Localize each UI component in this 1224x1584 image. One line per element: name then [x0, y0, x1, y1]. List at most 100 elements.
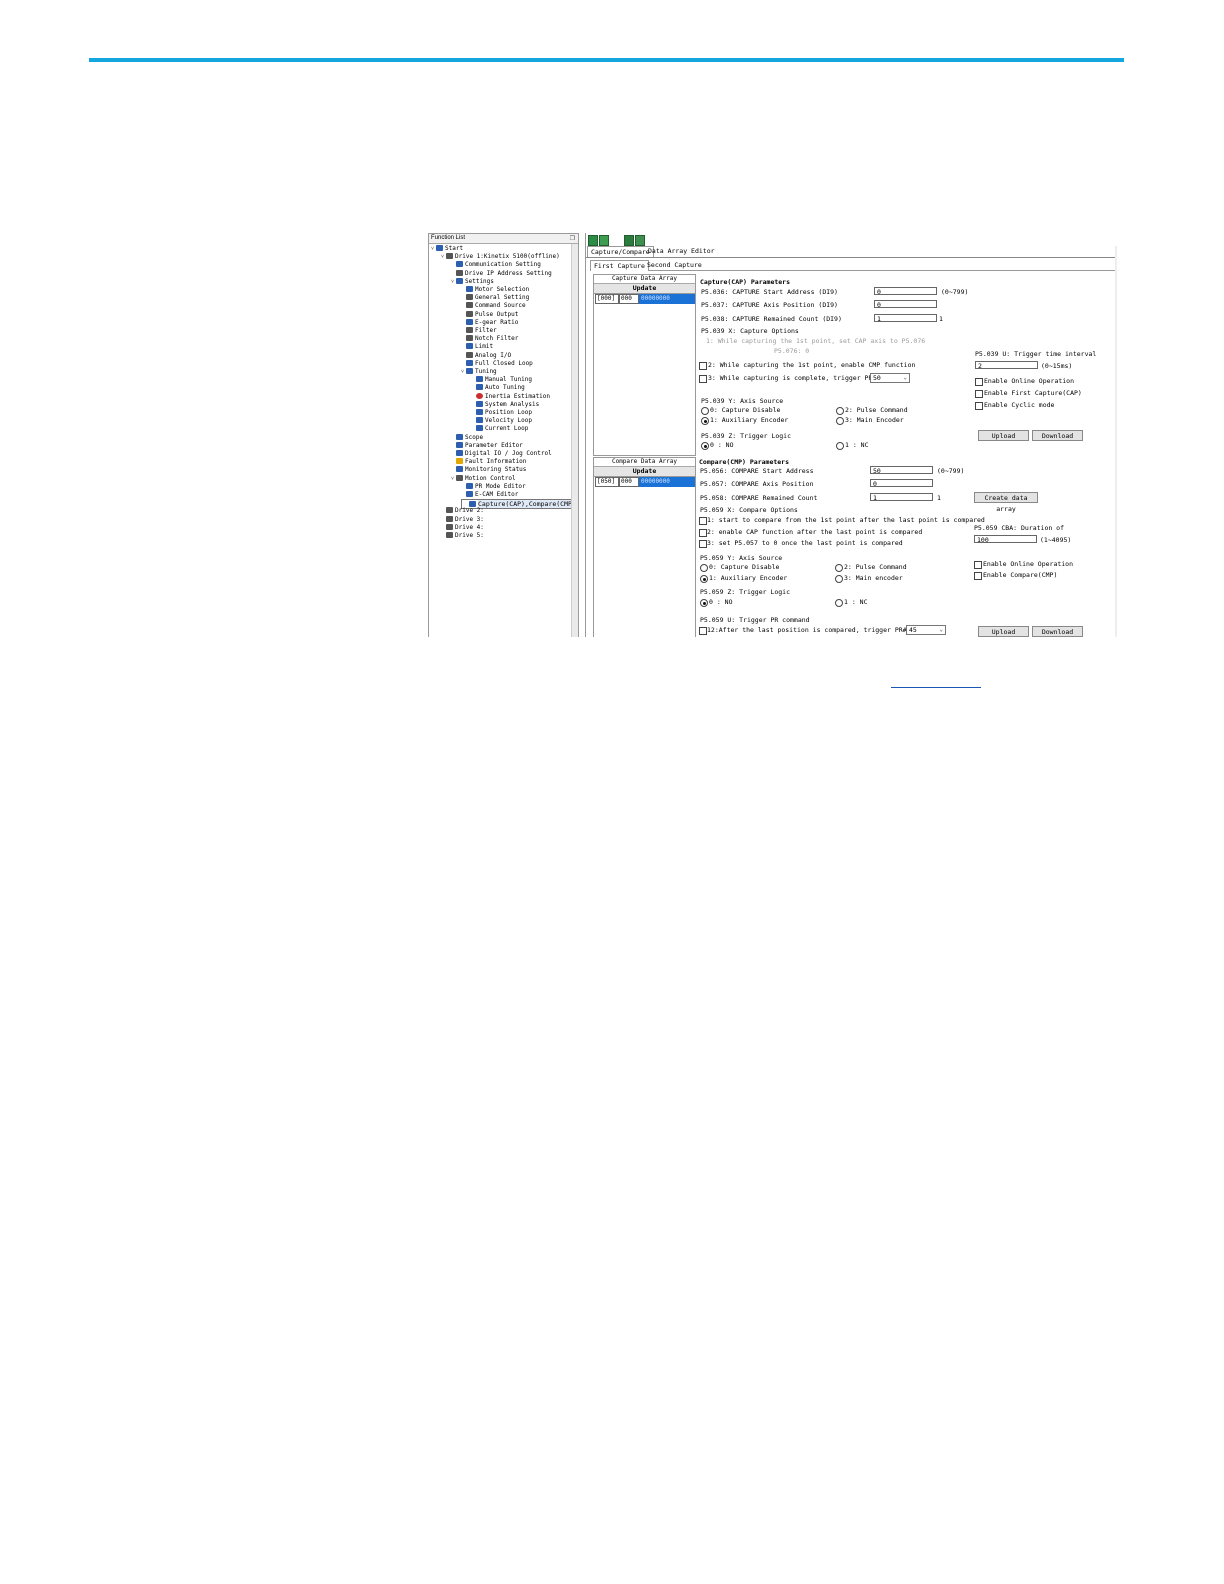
- tree-item-icon: [446, 515, 453, 522]
- cap-axis-3-radio[interactable]: [836, 417, 844, 425]
- right-scrollbar[interactable]: [1115, 246, 1117, 637]
- enable-compare-checkbox[interactable]: [974, 572, 982, 580]
- tree-item[interactable]: Command Source: [461, 302, 526, 310]
- p5036-input[interactable]: 0: [874, 287, 937, 296]
- p5038-input[interactable]: 1: [874, 314, 937, 323]
- tree-item-label: Inertia Estimation: [485, 392, 551, 400]
- cap-option-3-checkbox[interactable]: [699, 375, 707, 383]
- cmp-pr-select[interactable]: 45 ⌄: [906, 625, 946, 635]
- tree-item[interactable]: ˅ Motion Control: [451, 474, 516, 483]
- cap-logic-nc-label: 1 : NC: [845, 441, 869, 449]
- tree-scrollbar[interactable]: [571, 244, 578, 637]
- tree-item[interactable]: Inertia Estimation: [471, 392, 551, 401]
- tree-item[interactable]: System Analysis: [471, 400, 539, 409]
- cmp-option-1-checkbox[interactable]: [699, 517, 707, 525]
- tree-item[interactable]: Analog I/O: [461, 351, 511, 360]
- cmp-axis-1-radio[interactable]: [700, 575, 708, 583]
- tree-item[interactable]: Current Loop: [471, 425, 528, 433]
- p5037-input[interactable]: 0: [874, 300, 937, 309]
- tree-item[interactable]: Auto Tuning: [471, 384, 525, 392]
- tree-item-label: Parameter Editor: [465, 441, 523, 449]
- enable-cyclic-checkbox[interactable]: [975, 402, 983, 410]
- pin-icon[interactable]: ❐: [570, 235, 575, 244]
- tree-item[interactable]: Position Loop: [471, 409, 532, 417]
- download-icon[interactable]: [635, 235, 645, 246]
- compare-row-index: [050]: [595, 477, 619, 487]
- cap-axis-0-radio[interactable]: [701, 407, 709, 415]
- cmp-axis-0-radio[interactable]: [700, 564, 708, 572]
- tree-item[interactable]: Drive 5:: [441, 532, 484, 540]
- cmp-upload-button[interactable]: Upload: [978, 626, 1029, 637]
- tree-item[interactable]: Pulse Output: [461, 310, 518, 319]
- tree-item[interactable]: Scope: [451, 433, 483, 442]
- trigger-interval-input[interactable]: 2: [975, 361, 1038, 370]
- tree-item[interactable]: E-CAM Editor: [461, 491, 518, 499]
- cmp-logic-nc-radio[interactable]: [835, 599, 843, 607]
- tree-item[interactable]: Drive IP Address Setting: [451, 269, 552, 278]
- upload-icon[interactable]: [624, 235, 634, 246]
- tree-item[interactable]: Velocity Loop: [471, 417, 532, 425]
- create-data-array-button[interactable]: Create data array: [974, 492, 1038, 513]
- tree-item[interactable]: Drive 3:: [441, 515, 484, 524]
- tree-item[interactable]: Notch Filter: [461, 335, 518, 343]
- cmp-axis-3-radio[interactable]: [835, 575, 843, 583]
- cap-enable-online-checkbox[interactable]: [975, 378, 983, 386]
- tree-item-label: PR Mode Editor: [475, 482, 526, 490]
- cap-download-button[interactable]: Download: [1032, 430, 1083, 441]
- tree-item[interactable]: General Setting: [461, 294, 529, 302]
- cba-input[interactable]: 100: [974, 535, 1037, 544]
- cmp-option-3-checkbox[interactable]: [699, 540, 707, 548]
- capture-array-row[interactable]: [000] 000 00000000: [594, 294, 695, 304]
- tree-item[interactable]: Digital IO / Jog Control: [451, 450, 552, 458]
- tree-item[interactable]: Drive 2:: [441, 507, 484, 515]
- enable-first-capture-checkbox[interactable]: [975, 390, 983, 398]
- compare-array-row[interactable]: [050] 000 00000000: [594, 477, 695, 487]
- tree-item[interactable]: Filter: [461, 327, 497, 335]
- cap-pr-select[interactable]: 50 ⌄: [870, 373, 910, 383]
- p5056-input[interactable]: 50: [870, 466, 933, 475]
- tree-item[interactable]: ˅ Settings: [451, 277, 494, 286]
- tab-data-array-editor[interactable]: Data Array Editor: [645, 246, 718, 256]
- cmp-enable-online-checkbox[interactable]: [974, 561, 982, 569]
- tree-item[interactable]: Manual Tuning: [471, 376, 532, 384]
- tree-item[interactable]: Monitoring Status: [451, 466, 526, 474]
- tab-capture-compare[interactable]: Capture/Compare: [587, 246, 654, 257]
- capture-row-hex: 00000000: [639, 294, 695, 304]
- cap-axis-1-radio[interactable]: [701, 417, 709, 425]
- tree-item[interactable]: Motor Selection: [461, 286, 529, 294]
- cap-logic-nc-radio[interactable]: [836, 442, 844, 450]
- tree-item[interactable]: E-gear Ratio: [461, 318, 518, 327]
- tree-item[interactable]: ˅ Tuning: [461, 368, 497, 376]
- cap-upload-button[interactable]: Upload: [978, 430, 1029, 441]
- tree-item[interactable]: Communication Setting: [451, 261, 541, 269]
- open-icon[interactable]: [599, 235, 609, 246]
- tree-item[interactable]: Fault Information: [451, 458, 526, 466]
- tab-first-capture[interactable]: First Capture: [590, 260, 649, 271]
- cmp-logic-no-radio[interactable]: [700, 599, 708, 607]
- tree-item[interactable]: Parameter Editor: [451, 441, 523, 450]
- capture-update-button[interactable]: Update: [594, 284, 695, 294]
- cmp-option-1-label: 1: start to compare from the 1st point a…: [707, 516, 985, 524]
- tree-item[interactable]: ˅ Drive 1:Kinetix 5100(offline): [441, 253, 560, 261]
- cap-axis-2-radio[interactable]: [836, 407, 844, 415]
- compare-update-button[interactable]: Update: [594, 467, 695, 477]
- cmp-params-header: Compare(CMP) Parameters: [699, 458, 790, 466]
- cmp-option-2-checkbox[interactable]: [699, 529, 707, 537]
- cmp-axis-2-radio[interactable]: [835, 564, 843, 572]
- p5038-suffix: 1: [939, 315, 943, 323]
- p5058-input[interactable]: 1: [870, 493, 933, 502]
- cap-logic-no-radio[interactable]: [701, 442, 709, 450]
- p5057-input[interactable]: 0: [870, 479, 933, 488]
- tree-item-icon: [466, 351, 473, 358]
- tree-item[interactable]: Full Closed Loop: [461, 359, 533, 368]
- cmp-download-button[interactable]: Download: [1032, 626, 1083, 637]
- tab-second-capture[interactable]: Second Capture: [644, 260, 705, 270]
- trigger-pr-checkbox[interactable]: [699, 627, 707, 635]
- save-icon[interactable]: [588, 235, 598, 246]
- tree-item[interactable]: ˅ Start: [431, 245, 463, 253]
- tree-item[interactable]: Limit: [461, 343, 493, 351]
- tree-item[interactable]: PR Mode Editor: [461, 482, 526, 491]
- tree-item[interactable]: Drive 4:: [441, 523, 484, 532]
- cap-option-2-checkbox[interactable]: [699, 362, 707, 370]
- hyperlink-underline[interactable]: [891, 687, 981, 688]
